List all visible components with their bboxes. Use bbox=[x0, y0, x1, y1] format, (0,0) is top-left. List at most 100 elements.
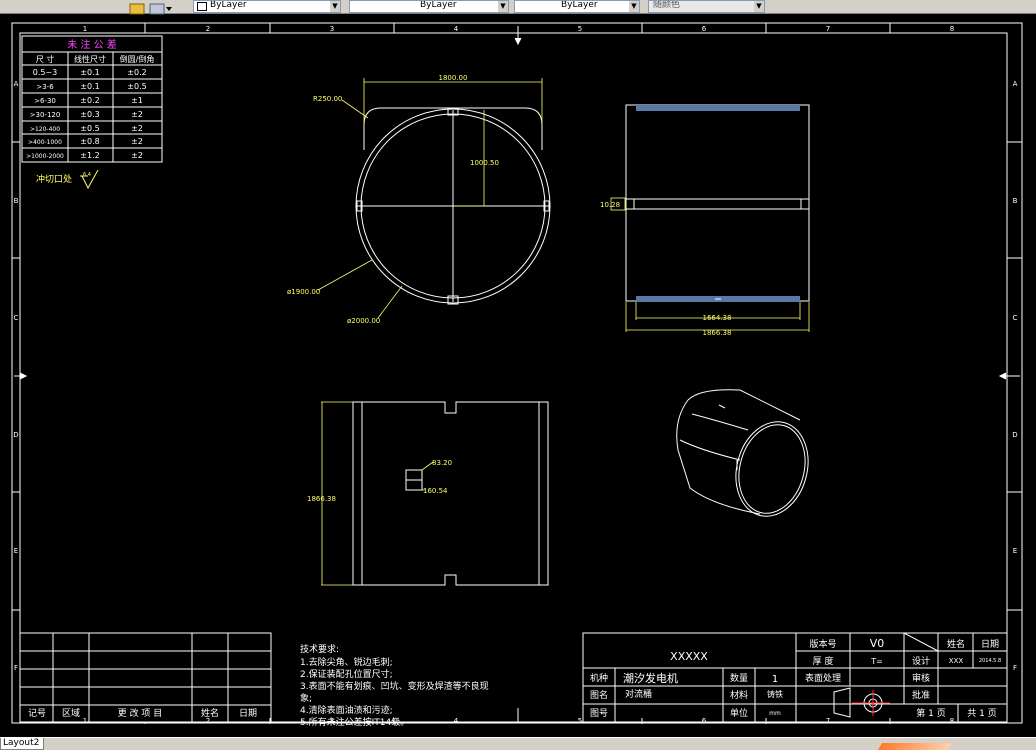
flat-pattern-view[interactable]: 1866.38 83.20 160.54 bbox=[307, 401, 549, 586]
dim-hole-width: 83.20 bbox=[432, 459, 452, 467]
review-label: 审核 bbox=[912, 672, 930, 684]
col-number: 5 bbox=[578, 25, 582, 33]
tolerance-cell: >1000-2000 bbox=[26, 153, 64, 160]
dim-half-height: 1000.50 bbox=[470, 159, 499, 167]
row-letter: D bbox=[1012, 431, 1017, 439]
tolerance-cell: ±2 bbox=[131, 124, 143, 133]
chevron-down-icon: ▼ bbox=[629, 1, 639, 12]
technical-requirements: 技术要求: 1.去除尖角、锐边毛刺; 2.保证装配孔位置尺寸; 3.表面不能有划… bbox=[300, 643, 489, 728]
dim-top-width: 1800.00 bbox=[439, 74, 468, 82]
tolerance-cell: ±2 bbox=[131, 110, 143, 119]
col-number: 8 bbox=[950, 25, 954, 33]
dim-inner-length: 1664.38 bbox=[703, 314, 732, 322]
revision-block[interactable]: 记号 区域 更 改 项 目 姓名 日期 bbox=[19, 632, 272, 723]
row-letter: C bbox=[1013, 314, 1018, 322]
linecolor-select[interactable]: ByLayer ▼ bbox=[514, 0, 640, 13]
tolerance-cell: >30-120 bbox=[30, 111, 61, 119]
tolerance-header: 倒圆/倒角 bbox=[120, 54, 155, 64]
linetype-select[interactable]: ByLayer ▼ bbox=[193, 0, 341, 13]
col-number: 4 bbox=[454, 25, 459, 33]
dim-hole-height: 160.54 bbox=[423, 487, 448, 495]
tolerance-cell: ±0.3 bbox=[80, 110, 99, 119]
drawno-label: 图号 bbox=[590, 708, 608, 719]
tolerance-cell: >400-1000 bbox=[28, 139, 62, 146]
projection-symbol-icon bbox=[833, 687, 890, 718]
frame-column-numbers: 1 2 3 4 5 6 7 8 1 2 3 4 5 6 7 8 bbox=[83, 25, 954, 725]
lineweight-value: ByLayer bbox=[420, 0, 457, 10]
dim-inner-diameter: ø1900.00 bbox=[287, 288, 320, 296]
col-number: 4 bbox=[454, 717, 459, 725]
tech-line: 2.保证装配孔位置尺寸; bbox=[300, 668, 393, 680]
approve-label: 批准 bbox=[912, 689, 930, 701]
tolerance-cell: >3-6 bbox=[36, 83, 54, 91]
dim-outer-diameter: ø2000.00 bbox=[347, 317, 380, 325]
chevron-down-icon: ▼ bbox=[754, 1, 764, 12]
chevron-down-icon: ▼ bbox=[498, 1, 508, 12]
drawing-canvas[interactable]: 1 2 3 4 5 6 7 8 1 2 3 4 5 6 7 8 A B C D … bbox=[0, 13, 1036, 737]
tolerance-cell: ±0.5 bbox=[127, 82, 146, 91]
tolerance-cell: ±0.8 bbox=[80, 137, 99, 146]
linetype-value: ByLayer bbox=[210, 0, 247, 10]
revision-header: 更 改 项 目 bbox=[118, 707, 163, 719]
revision-header: 记号 bbox=[28, 708, 46, 719]
plotstyle-select[interactable]: 随颜色 ▼ bbox=[648, 0, 765, 13]
row-letter: F bbox=[1013, 664, 1017, 672]
qty-value: 1 bbox=[772, 674, 778, 685]
front-view[interactable]: 1800.00 R250.00 1000.50 ø1900.00 ø2000.0… bbox=[287, 74, 551, 325]
properties-toolbar: ByLayer ▼ ByLayer ▼ ByLayer ▼ 随颜色 ▼ bbox=[0, 0, 1036, 15]
col-number: 7 bbox=[826, 717, 830, 725]
material-value: 铸铁 bbox=[767, 689, 783, 699]
unit-label: 单位 bbox=[730, 707, 748, 719]
col-number: 6 bbox=[702, 25, 707, 33]
machine-label: 机种 bbox=[590, 672, 608, 684]
tolerance-cell: ±0.2 bbox=[127, 68, 146, 77]
color-swatch-icon bbox=[197, 2, 207, 11]
dim-radius: R250.00 bbox=[313, 95, 342, 103]
revision-header: 区域 bbox=[62, 707, 80, 719]
tab-layout2[interactable]: Layout2 bbox=[0, 738, 45, 750]
dim-side-notch: 10.28 bbox=[600, 201, 620, 209]
tolerance-cell: >120-400 bbox=[30, 126, 60, 133]
chevron-down-icon: ▼ bbox=[330, 1, 340, 12]
layer-tools-icons[interactable] bbox=[128, 0, 178, 15]
partname-label: 图名 bbox=[590, 689, 608, 701]
lineweight-select[interactable]: ByLayer ▼ bbox=[349, 0, 509, 13]
row-letter: A bbox=[1013, 80, 1018, 88]
side-view[interactable]: 10.28 1664.38 1866.38 bbox=[600, 104, 810, 337]
tolerance-cell: ±1.2 bbox=[80, 151, 99, 160]
tolerance-cell: ±1 bbox=[131, 96, 143, 105]
date-label: 日期 bbox=[981, 639, 999, 650]
col-number: 2 bbox=[206, 25, 210, 33]
tolerance-cell: >6-30 bbox=[34, 97, 56, 105]
thickness-value: T= bbox=[870, 657, 883, 666]
col-number: 7 bbox=[826, 25, 830, 33]
tolerance-title: 未 注 公 差 bbox=[67, 38, 117, 51]
row-letter: C bbox=[14, 314, 19, 322]
col-number: 6 bbox=[702, 717, 707, 725]
revision-header: 日期 bbox=[239, 708, 257, 719]
tab-label: Layout2 bbox=[3, 738, 40, 748]
col-number: 5 bbox=[578, 717, 582, 725]
title-block[interactable]: XXXXX 版本号 V0 厚 度 T= 姓名 日期 设计 XXX 2014.5.… bbox=[582, 632, 1008, 723]
tolerance-header: 线性尺寸 bbox=[74, 54, 106, 64]
col-number: 1 bbox=[83, 25, 87, 33]
highlight-band-top bbox=[636, 105, 800, 111]
row-letter: F bbox=[14, 664, 18, 672]
tolerance-cell: ±0.1 bbox=[80, 68, 99, 77]
name-label: 姓名 bbox=[947, 638, 965, 650]
sheet-frame bbox=[11, 22, 1023, 724]
version-label: 版本号 bbox=[809, 638, 836, 650]
tech-line: 3.表面不能有划痕、凹坑、变形及焊渣等不良现 bbox=[300, 680, 489, 692]
plotstyle-value: 随颜色 bbox=[653, 0, 681, 10]
col-number: 3 bbox=[330, 25, 334, 33]
row-letter: B bbox=[1013, 197, 1018, 205]
row-letter: E bbox=[14, 547, 18, 555]
tolerance-cell: 0.5~3 bbox=[33, 68, 58, 77]
tolerance-table[interactable]: 未 注 公 差 尺 寸 线性尺寸 倒圆/倒角 0.5~3 ±0.1 ±0.2 >… bbox=[21, 35, 163, 190]
isometric-view[interactable] bbox=[676, 389, 818, 525]
tech-line: 1.去除尖角、锐边毛刺; bbox=[300, 656, 393, 668]
thickness-label: 厚 度 bbox=[813, 655, 834, 667]
surface-label: 表面处理 bbox=[805, 672, 841, 684]
tolerance-cell: ±0.5 bbox=[80, 124, 99, 133]
partname-value: 对流桶 bbox=[625, 688, 652, 700]
